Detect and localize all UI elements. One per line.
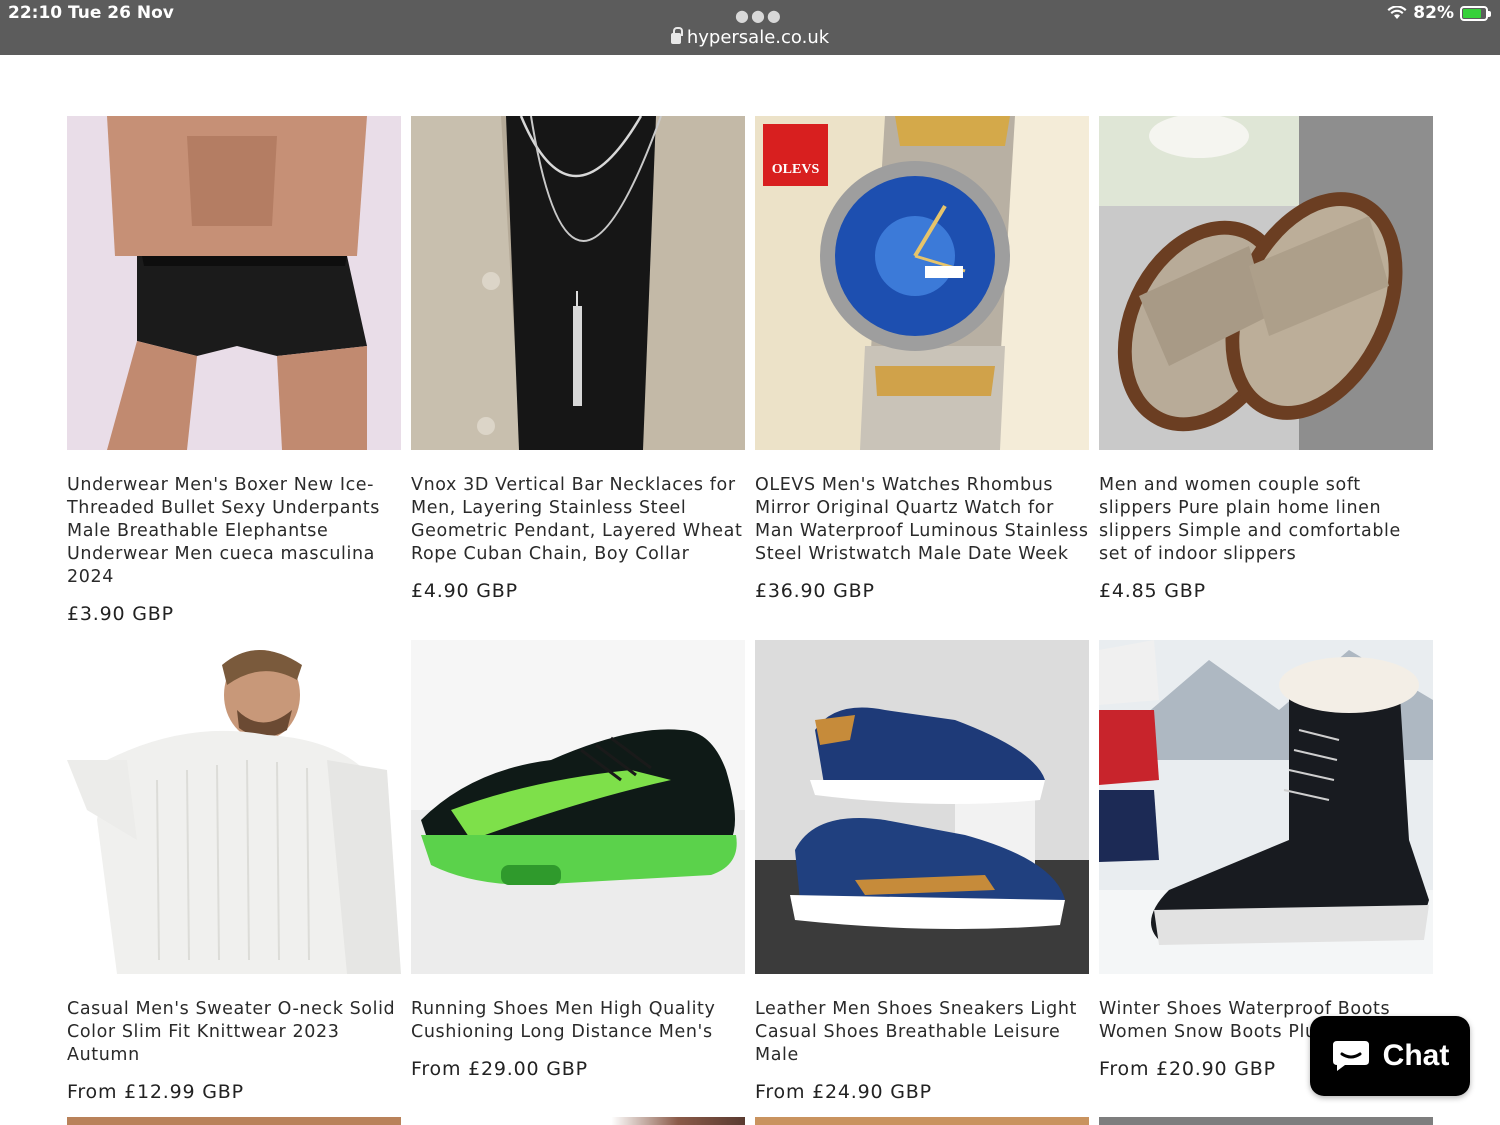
product-image[interactable] [755,640,1089,974]
wifi-icon [1387,6,1407,20]
more-dots-icon[interactable]: ●●● [735,6,783,25]
browser-status-bar: 22:10 Tue 26 Nov ●●● hypersale.co.uk 82% [0,0,1500,55]
product-price: From £29.00 GBP [411,1058,588,1080]
battery-percent: 82% [1413,3,1454,23]
product-card[interactable]: Vnox 3D Vertical Bar Necklaces for Men, … [411,116,745,602]
product-image[interactable] [1099,640,1433,974]
product-card[interactable]: Underwear Men's Boxer New Ice-Threaded B… [67,116,401,625]
product-title[interactable]: Casual Men's Sweater O-neck Solid Color … [67,998,401,1067]
date: Tue 26 Nov [68,3,174,23]
chat-label: Chat [1382,1039,1450,1072]
brand-badge: OLEVS [763,124,828,186]
product-title[interactable]: Vnox 3D Vertical Bar Necklaces for Men, … [411,474,745,566]
product-image[interactable] [67,640,401,974]
lock-icon [670,27,683,44]
product-title[interactable]: Men and women couple soft slippers Pure … [1099,474,1433,566]
product-title[interactable]: Underwear Men's Boxer New Ice-Threaded B… [67,474,401,589]
url-text: hypersale.co.uk [686,27,830,48]
product-image-partial[interactable] [411,1117,745,1125]
product-price: From £12.99 GBP [67,1081,244,1103]
product-title[interactable]: OLEVS Men's Watches Rhombus Mirror Origi… [755,474,1089,566]
product-title[interactable]: Leather Men Shoes Sneakers Light Casual … [755,998,1089,1067]
product-image[interactable] [1099,116,1433,450]
product-image[interactable] [411,640,745,974]
address-bar[interactable]: hypersale.co.uk [0,27,1500,48]
product-price: £4.90 GBP [411,580,518,602]
system-indicators: 82% [1387,3,1491,23]
product-card[interactable]: Casual Men's Sweater O-neck Solid Color … [67,640,401,1103]
product-card[interactable]: Running Shoes Men High Quality Cushionin… [411,640,745,1080]
chat-button[interactable]: Chat [1310,1016,1470,1096]
product-price: £4.85 GBP [1099,580,1206,602]
product-image[interactable]: OLEVS [755,116,1089,450]
chat-bubble-icon [1331,1039,1371,1073]
product-card[interactable]: OLEVS OLEVS Men's Watches Rhombus Mirror… [755,116,1089,602]
product-card[interactable]: Winter Shoes Waterproof Boots Women Snow… [1099,640,1433,1080]
product-card[interactable]: Men and women couple soft slippers Pure … [1099,116,1433,602]
product-price: £36.90 GBP [755,580,875,602]
product-title[interactable]: Running Shoes Men High Quality Cushionin… [411,998,745,1044]
battery-icon [1460,5,1491,21]
product-card[interactable]: Leather Men Shoes Sneakers Light Casual … [755,640,1089,1103]
clock: 22:10 [8,3,63,23]
product-price: £3.90 GBP [67,603,174,625]
product-image-partial[interactable] [755,1117,1089,1125]
product-image-partial[interactable] [67,1117,401,1125]
product-image[interactable] [67,116,401,450]
product-image-partial[interactable] [1099,1117,1433,1125]
brand-badge-text: OLEVS [771,162,820,177]
product-image[interactable] [411,116,745,450]
product-price: From £24.90 GBP [755,1081,932,1103]
